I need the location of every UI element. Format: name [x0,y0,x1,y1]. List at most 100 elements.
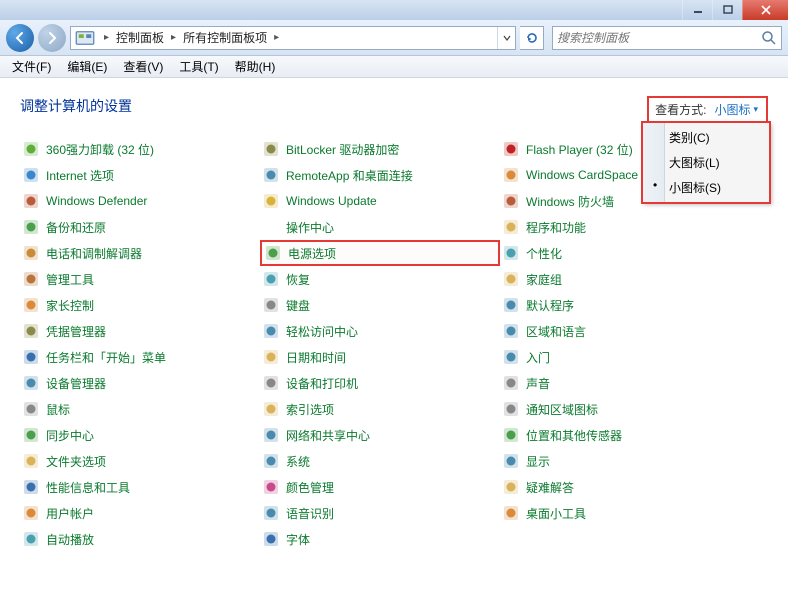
cp-item-users[interactable]: 用户帐户 [20,500,260,526]
cp-item-personalize[interactable]: 个性化 [500,240,740,266]
cp-item-clock-arrow[interactable]: 备份和还原 [20,214,260,240]
defaults-icon [502,296,520,314]
view-option-category[interactable]: 类别(C) [643,125,769,150]
menu-file[interactable]: 文件(F) [4,56,59,77]
maximize-button[interactable] [712,0,742,20]
view-option-small[interactable]: 小图标(S) [643,175,769,200]
cp-item-label: 备份和还原 [46,219,106,236]
troubleshoot-icon [502,478,520,496]
search-input[interactable] [557,31,761,45]
cp-item-index[interactable]: 索引选项 [260,396,500,422]
back-button[interactable] [6,24,34,52]
cp-item-toolbox[interactable]: 管理工具 [20,266,260,292]
breadcrumb-segment[interactable]: 控制面板 [114,29,166,46]
clock-arrow-icon [22,218,40,236]
cp-item-sync[interactable]: 同步中心 [20,422,260,448]
search-box[interactable] [552,26,782,50]
cp-item-mic[interactable]: 语音识别 [260,500,500,526]
cp-item-taskbar[interactable]: 任务栏和「开始」菜单 [20,344,260,370]
phone-icon [22,244,40,262]
cp-item-troubleshoot[interactable]: 疑难解答 [500,474,740,500]
cp-item-update[interactable]: Windows Update [260,188,500,214]
gadgets-icon [502,504,520,522]
cp-item-location[interactable]: 位置和其他传感器 [500,422,740,448]
cp-item-shield-green[interactable]: 360强力卸载 (32 位) [20,136,260,162]
menu-edit[interactable]: 编辑(E) [59,56,115,77]
restore-icon [262,270,280,288]
system-icon [262,452,280,470]
breadcrumb-segment[interactable]: 所有控制面板项 [181,29,269,46]
cp-item-network[interactable]: 网络和共享中心 [260,422,500,448]
cp-item-label: 疑难解答 [526,479,574,496]
cp-item-folder[interactable]: 文件夹选项 [20,448,260,474]
cp-item-label: 网络和共享中心 [286,427,370,444]
cp-item-label: Windows Update [286,194,377,208]
breadcrumb-dropdown[interactable] [497,27,515,49]
cp-item-disc[interactable]: 自动播放 [20,526,260,552]
control-panel-icon [75,28,95,48]
disc-icon [22,530,40,548]
chevron-right-icon: ▸ [269,32,284,43]
cp-item-brick-wall[interactable]: Windows Defender [20,188,260,214]
cp-item-sound[interactable]: 声音 [500,370,740,396]
mic-icon [262,504,280,522]
refresh-button[interactable] [520,26,544,50]
clock-icon [262,348,280,366]
cp-item-color[interactable]: 颜色管理 [260,474,500,500]
cp-item-lock-drive[interactable]: BitLocker 驱动器加密 [260,136,500,162]
menu-view[interactable]: 查看(V) [115,56,171,77]
cp-item-family[interactable]: 家长控制 [20,292,260,318]
location-icon [502,426,520,444]
cp-item-programs[interactable]: 程序和功能 [500,214,740,240]
view-by-menu: 类别(C) 大图标(L) 小图标(S) [642,122,770,203]
cp-item-safe[interactable]: 凭据管理器 [20,318,260,344]
programs-icon [502,218,520,236]
view-by-selector[interactable]: 查看方式: 小图标 [647,96,768,123]
device-icon [22,374,40,392]
cp-item-homegroup[interactable]: 家庭组 [500,266,740,292]
ease-icon [262,322,280,340]
cp-item-gauge[interactable]: 性能信息和工具 [20,474,260,500]
forward-button[interactable] [38,24,66,52]
cp-item-label: 凭据管理器 [46,323,106,340]
cp-item-label: 家长控制 [46,297,94,314]
cp-item-printer[interactable]: 设备和打印机 [260,370,500,396]
cp-item-system[interactable]: 系统 [260,448,500,474]
cp-item-ease[interactable]: 轻松访问中心 [260,318,500,344]
breadcrumb[interactable]: ▸ 控制面板 ▸ 所有控制面板项 ▸ [70,26,516,50]
color-icon [262,478,280,496]
minimize-button[interactable] [682,0,712,20]
cp-item-getstarted[interactable]: 入门 [500,344,740,370]
view-option-large[interactable]: 大图标(L) [643,150,769,175]
view-by-selected[interactable]: 小图标 [710,100,762,119]
mouse-icon [22,400,40,418]
cp-item-flag[interactable]: 操作中心 [260,214,500,240]
cp-item-phone[interactable]: 电话和调制解调器 [20,240,260,266]
keyboard-icon [262,296,280,314]
cp-item-tray[interactable]: 通知区域图标 [500,396,740,422]
cp-item-region[interactable]: 区域和语言 [500,318,740,344]
menu-tools[interactable]: 工具(T) [171,56,226,77]
cp-item-remote[interactable]: RemoteApp 和桌面连接 [260,162,500,188]
cp-item-mouse[interactable]: 鼠标 [20,396,260,422]
region-icon [502,322,520,340]
cp-item-device[interactable]: 设备管理器 [20,370,260,396]
cp-item-restore[interactable]: 恢复 [260,266,500,292]
cp-item-label: BitLocker 驱动器加密 [286,141,399,158]
cp-item-defaults[interactable]: 默认程序 [500,292,740,318]
folder-icon [22,452,40,470]
cp-item-label: 用户帐户 [46,505,94,522]
cp-item-keyboard[interactable]: 键盘 [260,292,500,318]
cp-item-power[interactable]: 电源选项 [260,240,500,266]
close-button[interactable] [742,0,788,20]
cp-item-label: 位置和其他传感器 [526,427,622,444]
network-icon [262,426,280,444]
printer-icon [262,374,280,392]
cp-item-globe[interactable]: Internet 选项 [20,162,260,188]
menu-help[interactable]: 帮助(H) [227,56,284,77]
cp-item-display[interactable]: 显示 [500,448,740,474]
cp-item-clock[interactable]: 日期和时间 [260,344,500,370]
cp-item-font[interactable]: 字体 [260,526,500,552]
cp-item-label: 鼠标 [46,401,70,418]
cp-item-gadgets[interactable]: 桌面小工具 [500,500,740,526]
